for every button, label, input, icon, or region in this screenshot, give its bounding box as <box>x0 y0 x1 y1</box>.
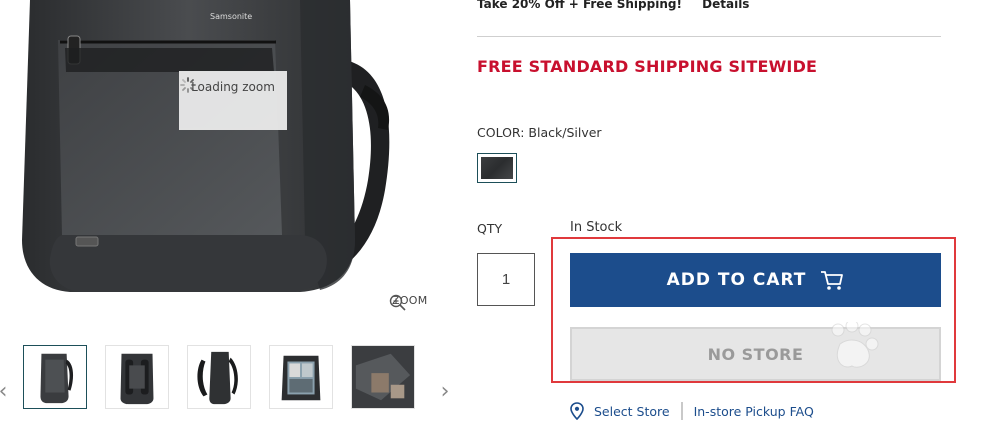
promo-banner: Take 20% Off + Free Shipping! Details <box>477 0 749 11</box>
free-shipping-banner: FREE STANDARD SHIPPING SITEWIDE <box>477 57 818 76</box>
link-separator <box>680 402 683 420</box>
thumbnail-side-image <box>197 351 238 405</box>
location-pin-icon <box>570 402 584 420</box>
quantity-input[interactable]: 1 <box>477 253 535 306</box>
zoom-magnifier-icon <box>389 294 406 311</box>
brand-logo-text: Samsonite <box>210 12 252 21</box>
section-divider <box>477 36 941 37</box>
stock-status: In Stock <box>570 220 623 235</box>
thumbnail-back[interactable] <box>105 345 169 409</box>
qty-label: QTY <box>477 221 503 236</box>
loading-spinner-icon <box>180 77 196 93</box>
thumbnail-side[interactable] <box>187 345 251 409</box>
highlight-annotation-box <box>551 237 956 383</box>
thumbnail-front-image <box>40 353 74 404</box>
promo-text: Take 20% Off + Free Shipping! <box>477 0 682 11</box>
select-store-link[interactable]: Select Store <box>594 404 670 419</box>
thumbnail-detail-image <box>352 346 414 408</box>
color-swatch-black-silver[interactable] <box>477 153 517 183</box>
color-label: COLOR: Black/Silver <box>477 125 602 140</box>
thumbnail-detail[interactable] <box>351 345 415 409</box>
thumbnail-next-arrow[interactable]: › <box>439 381 451 403</box>
pickup-faq-link[interactable]: In-store Pickup FAQ <box>694 404 814 419</box>
color-swatch-fill <box>481 157 513 179</box>
store-links-row: Select Store In-store Pickup FAQ <box>570 402 814 420</box>
backpack-image: Samsonite <box>22 0 390 292</box>
loading-zoom-overlay: Loading zoom <box>179 71 287 130</box>
thumbnail-back-image <box>120 353 154 405</box>
thumbnail-prev-arrow[interactable]: ‹ <box>0 381 9 403</box>
zoom-button[interactable]: ZOOM <box>389 294 428 311</box>
thumbnail-front[interactable] <box>23 345 87 409</box>
promo-details-link[interactable]: Details <box>702 0 749 11</box>
thumbnail-interior[interactable] <box>269 345 333 409</box>
thumbnail-interior-image <box>281 355 321 401</box>
loading-zoom-text: Loading zoom <box>191 80 275 94</box>
product-main-image[interactable]: Samsonite Loading zoom ZOOM <box>0 0 450 325</box>
